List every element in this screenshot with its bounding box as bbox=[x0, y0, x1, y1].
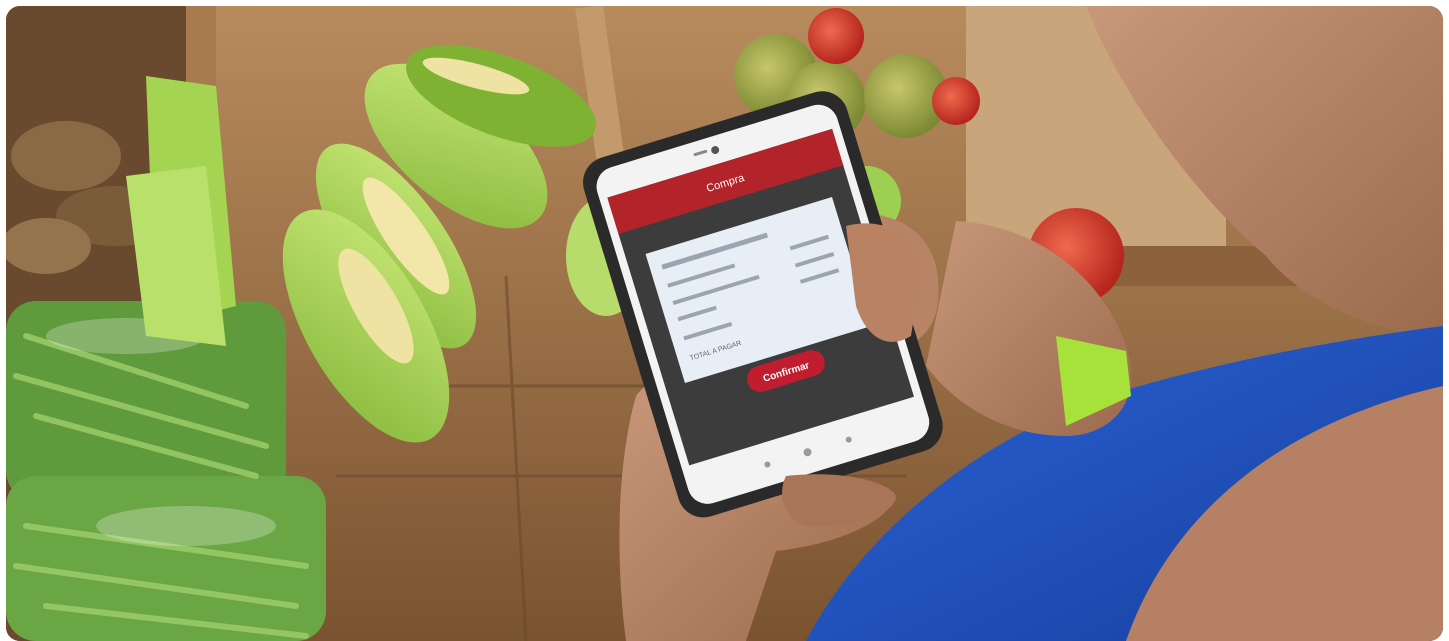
green-beans-bags bbox=[6, 301, 326, 641]
photo-frame: Compra TOTAL A PAGAR Confirmar bbox=[6, 6, 1443, 641]
scene: Compra TOTAL A PAGAR Confirmar bbox=[6, 6, 1443, 641]
